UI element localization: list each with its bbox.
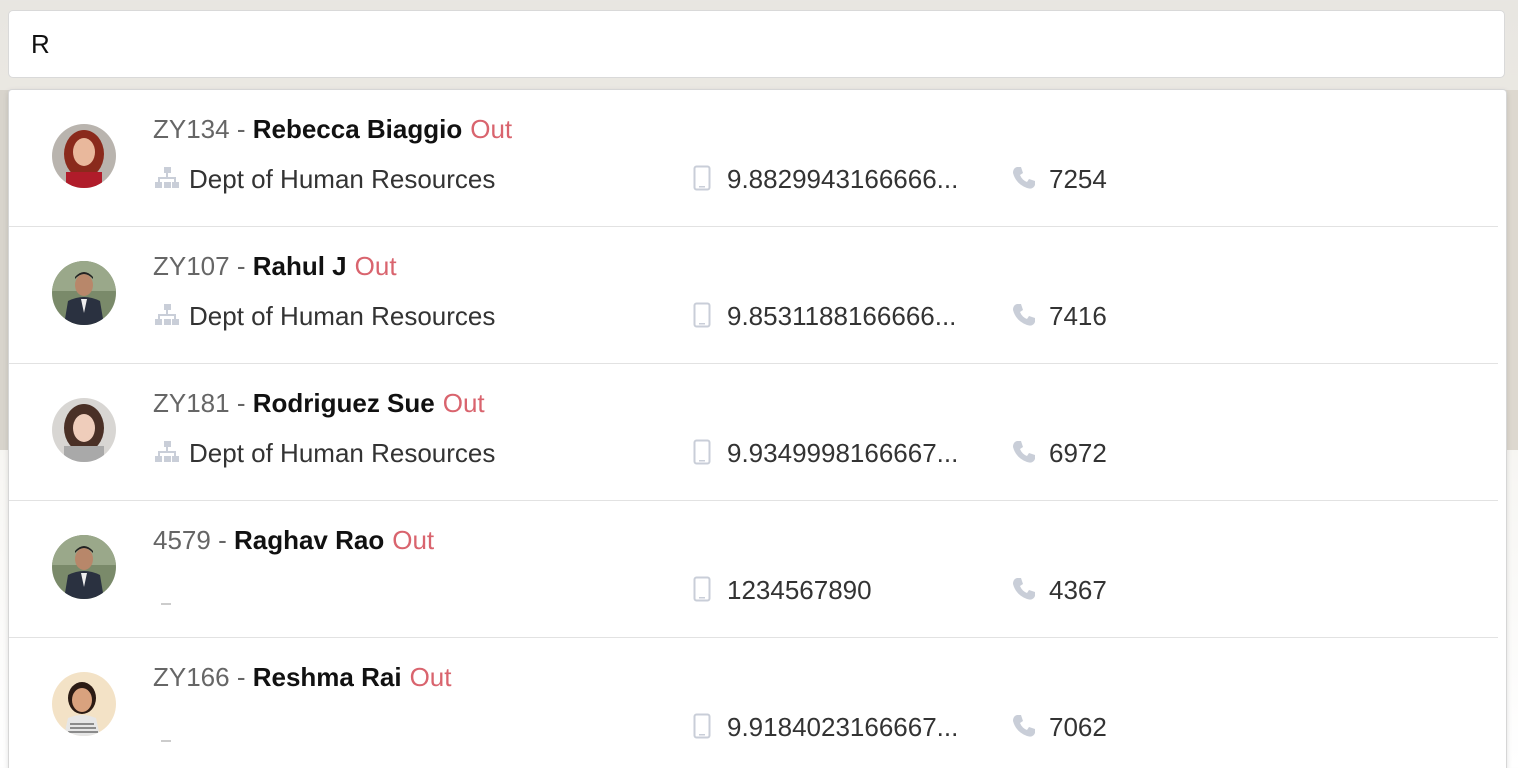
extension-number: 7254 [1011, 162, 1107, 196]
org-chart-icon [153, 301, 181, 329]
extension-value: 7254 [1049, 164, 1107, 194]
avatar [52, 124, 116, 188]
mobile-phone-icon [693, 302, 711, 328]
id-separator: - [229, 662, 253, 692]
employee-name[interactable]: Rahul J [253, 251, 347, 281]
org-chart-icon [153, 164, 181, 192]
extension-number: 7416 [1011, 299, 1107, 333]
employee-result-row[interactable]: ZY166 - Reshma Rai Out 9.9184023166667...… [9, 638, 1498, 768]
org-chart-icon [153, 438, 181, 466]
department-label: Dept of Human Resources [189, 438, 496, 468]
mobile-number: 9.8531188166666... [693, 299, 956, 333]
mobile-phone-icon [693, 576, 711, 602]
status-badge: Out [354, 251, 397, 281]
department: Dept of Human Resources [153, 162, 495, 196]
employee-id: 4579 [153, 525, 211, 555]
department-empty [161, 740, 171, 742]
employee-title: 4579 - Raghav Rao Out [153, 523, 434, 557]
employee-result-row[interactable]: ZY107 - Rahul J Out Dept of Human Resourc… [9, 227, 1498, 364]
department-label: Dept of Human Resources [189, 301, 496, 331]
employee-title: ZY166 - Reshma Rai Out [153, 660, 451, 694]
employee-name[interactable]: Rodriguez Sue [253, 388, 435, 418]
mobile-phone-icon [693, 439, 711, 465]
extension-value: 7416 [1049, 301, 1107, 331]
avatar [52, 535, 116, 599]
employee-search-box[interactable] [8, 10, 1505, 78]
extension-value: 6972 [1049, 438, 1107, 468]
status-badge: Out [409, 662, 452, 692]
mobile-value: 9.8829943166666... [727, 164, 959, 194]
department-empty [161, 603, 171, 605]
employee-id: ZY181 [153, 388, 230, 418]
department: Dept of Human Resources [153, 299, 495, 333]
employee-title: ZY181 - Rodriguez Sue Out [153, 386, 485, 420]
department-label: Dept of Human Resources [189, 164, 496, 194]
extension-number: 7062 [1011, 710, 1107, 744]
employee-id: ZY166 [153, 662, 230, 692]
mobile-number: 9.9349998166667... [693, 436, 958, 470]
avatar [52, 398, 116, 462]
mobile-number: 9.8829943166666... [693, 162, 958, 196]
extension-value: 7062 [1049, 712, 1107, 742]
extension-value: 4367 [1049, 575, 1107, 605]
id-separator: - [229, 114, 253, 144]
id-separator: - [210, 525, 234, 555]
mobile-phone-icon [693, 165, 711, 191]
search-input[interactable] [9, 11, 1504, 77]
telephone-icon [1011, 165, 1037, 191]
employee-name[interactable]: Raghav Rao [234, 525, 384, 555]
mobile-number: 1234567890 [693, 573, 872, 607]
telephone-icon [1011, 302, 1037, 328]
search-results-dropdown: ZY134 - Rebecca Biaggio Out Dept of Human… [8, 89, 1507, 768]
employee-result-row[interactable]: 4579 - Raghav Rao Out 1234567890 4367 [9, 501, 1498, 638]
employee-name[interactable]: Rebecca Biaggio [253, 114, 463, 144]
status-badge: Out [392, 525, 435, 555]
employee-name[interactable]: Reshma Rai [253, 662, 402, 692]
extension-number: 6972 [1011, 436, 1107, 470]
telephone-icon [1011, 713, 1037, 739]
mobile-value: 9.9184023166667... [727, 712, 959, 742]
status-badge: Out [470, 114, 513, 144]
mobile-number: 9.9184023166667... [693, 710, 958, 744]
mobile-value: 9.9349998166667... [727, 438, 959, 468]
employee-title: ZY107 - Rahul J Out [153, 249, 397, 283]
status-badge: Out [442, 388, 485, 418]
department: Dept of Human Resources [153, 436, 495, 470]
avatar [52, 672, 116, 736]
telephone-icon [1011, 439, 1037, 465]
employee-title: ZY134 - Rebecca Biaggio Out [153, 112, 512, 146]
mobile-phone-icon [693, 713, 711, 739]
employee-id: ZY107 [153, 251, 230, 281]
mobile-value: 1234567890 [727, 575, 872, 605]
extension-number: 4367 [1011, 573, 1107, 607]
employee-result-row[interactable]: ZY134 - Rebecca Biaggio Out Dept of Human… [9, 90, 1498, 227]
telephone-icon [1011, 576, 1037, 602]
mobile-value: 9.8531188166666... [727, 301, 957, 331]
id-separator: - [229, 388, 253, 418]
avatar [52, 261, 116, 325]
employee-id: ZY134 [153, 114, 230, 144]
employee-result-row[interactable]: ZY181 - Rodriguez Sue Out Dept of Human R… [9, 364, 1498, 501]
id-separator: - [229, 251, 253, 281]
